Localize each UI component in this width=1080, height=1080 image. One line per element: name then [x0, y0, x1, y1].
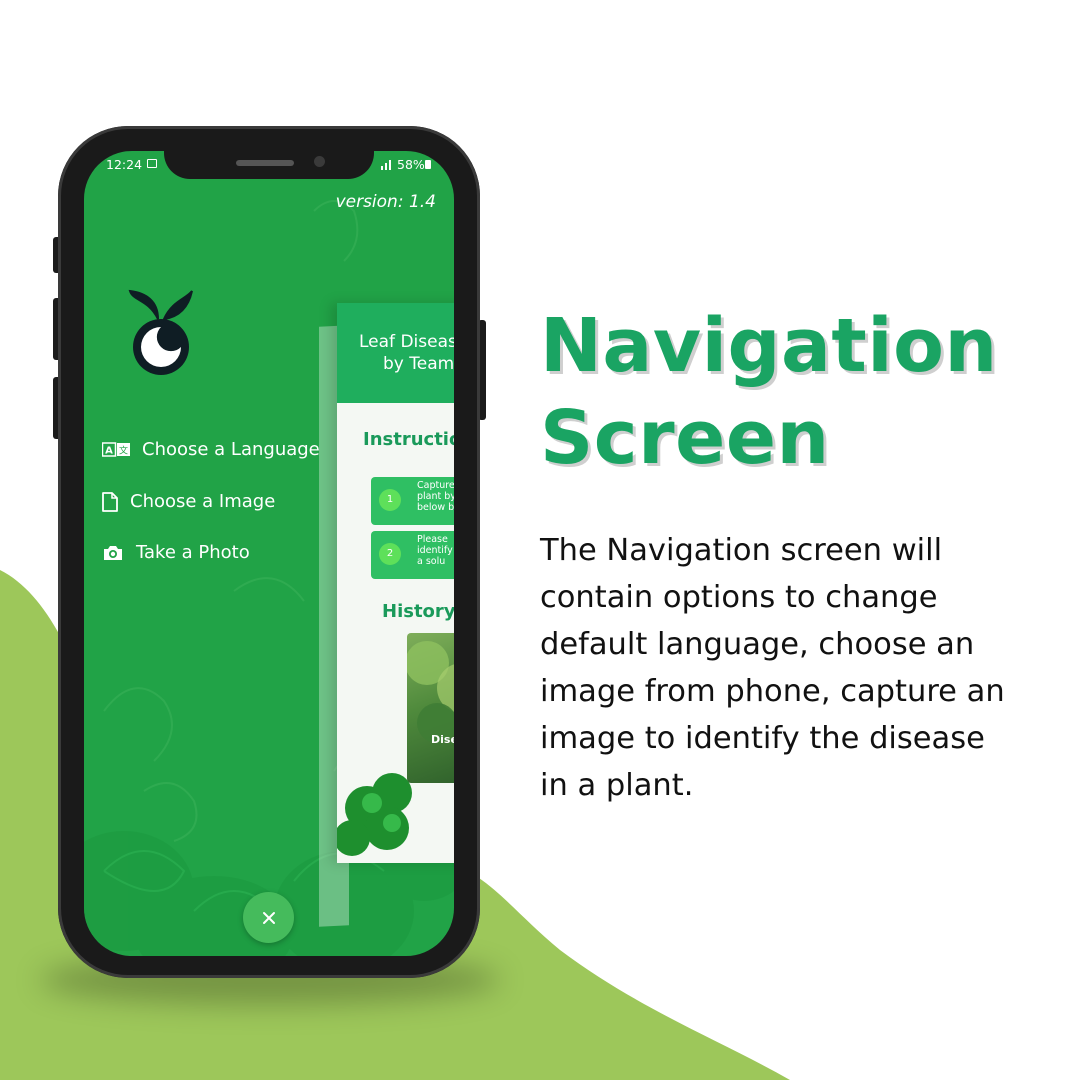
preview-title-line2: by Team [383, 354, 454, 374]
translate-icon: A 文 [102, 441, 130, 458]
menu-item-label: Choose a Language [142, 439, 320, 460]
step-text: Please identify a solu [417, 534, 453, 567]
battery-percent: 58% [397, 157, 425, 172]
app-logo-icon [128, 289, 193, 375]
preview-history-heading: History [382, 601, 454, 622]
description-text: The Navigation screen will contain optio… [540, 533, 1005, 803]
menu-item-label: Take a Photo [136, 542, 250, 563]
page-title-line1: Navigation [540, 303, 998, 389]
main-screen-preview: Leaf Diseas by Team Instruction 1 Captur… [337, 303, 454, 863]
menu-item-choose-image[interactable]: Choose a Image [102, 491, 275, 512]
battery-icon [425, 160, 431, 169]
svg-text:文: 文 [119, 444, 128, 456]
menu-item-take-photo[interactable]: Take a Photo [102, 542, 250, 563]
front-camera [314, 156, 325, 167]
gallery-icon [147, 159, 157, 168]
instruction-step: 1 Capture plant by below b [371, 477, 454, 525]
preview-instructions-heading: Instruction [363, 429, 454, 450]
page-title-line2: Screen [540, 395, 830, 481]
plant-illustration [337, 773, 412, 856]
menu-item-choose-language[interactable]: A 文 Choose a Language [102, 439, 320, 460]
instruction-step: 2 Please identify a solu [371, 531, 454, 579]
preview-header: Leaf Diseas by Team [337, 303, 454, 403]
history-item-label: Dise [431, 733, 454, 746]
phone-speaker [236, 160, 294, 166]
phone-frame: Leaf Diseas by Team Instruction 1 Captur… [58, 126, 480, 978]
menu-item-label: Choose a Image [130, 491, 276, 512]
signal-icon [381, 160, 391, 170]
history-item-photo: Dise [407, 633, 454, 783]
file-icon [102, 491, 118, 512]
close-drawer-button[interactable] [243, 892, 294, 943]
close-icon [262, 911, 275, 924]
status-time: 12:24 [106, 157, 143, 172]
phone-screen: Leaf Diseas by Team Instruction 1 Captur… [84, 151, 454, 956]
step-number: 1 [379, 489, 401, 511]
svg-text:A: A [105, 445, 113, 456]
preview-title-line1: Leaf Diseas [359, 332, 454, 352]
camera-icon [102, 544, 124, 562]
phone-notch [164, 151, 374, 179]
leaf-photo-image [407, 641, 454, 743]
step-number: 2 [379, 543, 401, 565]
step-text: Capture plant by below b [417, 480, 454, 513]
app-version: version: 1.4 [335, 192, 436, 212]
page-title: Navigation Screen [540, 300, 998, 484]
